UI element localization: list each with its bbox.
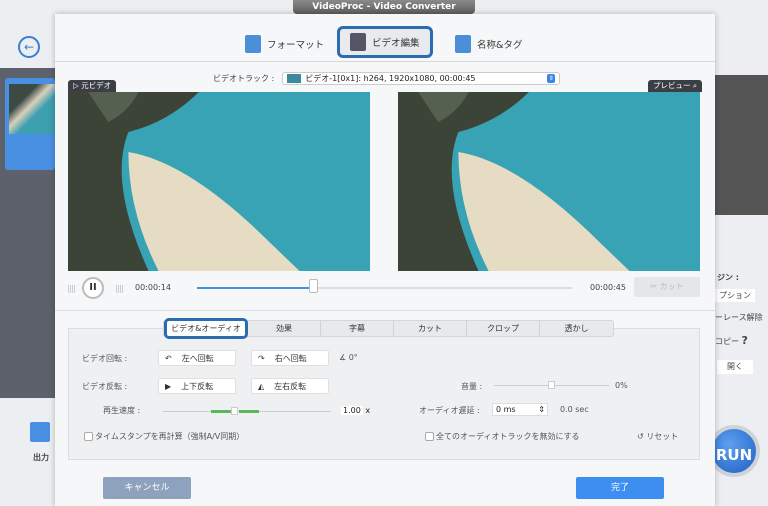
subtab-effects[interactable]: 効果 [248, 321, 321, 336]
button-label: 左へ回転 [181, 353, 214, 363]
reset-label: リセット [646, 432, 679, 441]
divider [55, 310, 715, 311]
settings-panel: ビデオ回転 : ↶ 左へ回転 ↷ 右へ回転 ∡ 0° ビデオ反転 : ▶ 上下反転 ◭… [68, 328, 700, 460]
open-button[interactable]: 開く [717, 360, 753, 374]
tab-label: フォーマット [267, 40, 325, 51]
flip-vertical-button[interactable]: ▶ 上下反転 [158, 378, 236, 394]
seek-bar[interactable] [197, 287, 572, 289]
deinterlace-option[interactable]: ーレース解除 [715, 312, 763, 323]
rotate-right-button[interactable]: ↷ 右へ回転 [251, 350, 329, 366]
audio-delay-seconds: 0.0 sec [560, 405, 589, 414]
output-label: 出力 [33, 453, 49, 462]
checkbox-label: 全てのオーディオトラックを無効にする [436, 432, 580, 441]
subtab-crop[interactable]: クロップ [467, 321, 540, 336]
timestamp-checkbox[interactable]: タイムスタンプを再計算（強制A/V同期） [84, 431, 244, 442]
flip-horizontal-button[interactable]: ◭ 左右反転 [251, 378, 329, 394]
seek-progress [197, 287, 314, 289]
run-button[interactable]: RUN [708, 425, 760, 477]
output-icon[interactable] [30, 422, 50, 442]
volume-value: 0% [615, 381, 628, 390]
subtab-watermark[interactable]: 透かし [540, 321, 613, 336]
prev-frame-icon[interactable] [68, 285, 76, 293]
audio-delay-input[interactable]: 0 ms ⇕ [492, 403, 548, 416]
help-icon[interactable]: ? [742, 334, 748, 347]
file-thumbnail [9, 84, 55, 134]
flip-horizontal-icon: ◭ [258, 381, 265, 391]
rotate-angle: 0° [348, 353, 358, 362]
speed-handle[interactable] [231, 407, 238, 415]
background-preview [715, 75, 768, 215]
button-label: 左右反転 [274, 381, 307, 391]
sub-tabs: ビデオ&オーディオ 効果 字幕 カット クロップ 透かし [163, 318, 614, 339]
tab-video-edit[interactable]: ビデオ編集 [337, 26, 433, 58]
subtab-subtitles[interactable]: 字幕 [321, 321, 394, 336]
select-arrow-icon: ⇕ [547, 74, 556, 83]
rotate-label: ビデオ回転 : [82, 354, 128, 363]
cut-button[interactable]: ✂ カット [634, 277, 700, 297]
cut-label: カット [659, 282, 684, 291]
divider [55, 61, 715, 62]
tab-name-tag[interactable]: 名称&タグ [455, 30, 522, 58]
track-thumbnail [287, 74, 302, 83]
pause-button[interactable]: II [82, 277, 104, 299]
speed-slider[interactable] [163, 407, 331, 415]
back-icon[interactable]: ← [18, 36, 40, 58]
rotate-right-icon: ↷ [258, 353, 265, 363]
reset-button[interactable]: ↺ リセット [637, 431, 678, 442]
angle-icon: ∡ [339, 353, 349, 362]
video-track-label: ビデオトラック : [213, 74, 275, 83]
button-label: 上下反転 [181, 381, 214, 391]
edit-dialog: フォーマット ビデオ編集 名称&タグ ビデオトラック : ビデオ-1[0x1]:… [55, 14, 715, 506]
video-edit-icon [350, 33, 366, 51]
scissors-icon: ✂ [650, 282, 660, 291]
audio-delay-value: 0 ms [496, 405, 516, 414]
done-button[interactable]: 完了 [576, 477, 664, 499]
cancel-button[interactable]: キャンセル [103, 477, 191, 499]
next-frame-icon[interactable] [116, 285, 124, 293]
volume-slider[interactable] [494, 381, 609, 389]
audio-delay-label: オーディオ遅延 : [419, 406, 480, 415]
source-video-label: ▷ 元ビデオ [68, 80, 117, 92]
source-video [68, 92, 370, 271]
total-time: 00:00:45 [590, 283, 626, 292]
option-button[interactable]: プション [715, 289, 755, 302]
rotate-left-button[interactable]: ↶ 左へ回転 [158, 350, 236, 366]
seek-handle[interactable] [309, 279, 319, 293]
preview-label[interactable]: プレビュー ⌕ [648, 80, 703, 92]
name-tag-icon [455, 35, 471, 53]
speed-value: 1.00 [341, 406, 363, 415]
rotate-left-icon: ↶ [165, 353, 172, 363]
format-icon [245, 35, 261, 53]
tab-label: 名称&タグ [477, 40, 523, 51]
flip-label: ビデオ反転 : [82, 382, 128, 391]
engine-heading: ジン : [717, 273, 739, 282]
volume-label: 音量 : [461, 382, 483, 391]
preview-video [398, 92, 700, 271]
current-time: 00:00:14 [135, 283, 171, 292]
video-track-row: ビデオトラック : ビデオ-1[0x1]: h264, 1920x1080, 0… [213, 72, 561, 85]
engine-panel: ジン : プション ーレース解除 コピー ? [715, 262, 768, 362]
checkbox-label: タイムスタンプを再計算（強制A/V同期） [95, 432, 245, 441]
speed-unit: x [365, 406, 371, 415]
button-label: 右へ回転 [274, 353, 307, 363]
tab-label: ビデオ編集 [372, 38, 420, 49]
reset-icon: ↺ [637, 432, 647, 441]
stepper-icon[interactable]: ⇕ [538, 404, 545, 415]
disable-audio-checkbox[interactable]: 全てのオーディオトラックを無効にする [425, 431, 580, 442]
window-title: VideoProc - Video Converter [293, 0, 475, 14]
checkbox-icon [425, 432, 434, 441]
copy-option[interactable]: コピー [715, 337, 739, 346]
video-track-value: ビデオ-1[0x1]: h264, 1920x1080, 00:00:45 [305, 74, 476, 83]
zoom-icon: ⌕ [692, 81, 698, 90]
tab-format[interactable]: フォーマット [245, 30, 324, 58]
video-track-select[interactable]: ビデオ-1[0x1]: h264, 1920x1080, 00:00:45 ⇕ [282, 72, 561, 85]
subtab-cut[interactable]: カット [394, 321, 467, 336]
volume-handle[interactable] [548, 381, 555, 389]
subtab-video-audio[interactable]: ビデオ&オーディオ [164, 318, 248, 339]
playback-controls: II 00:00:14 00:00:45 ✂ カット [55, 276, 715, 302]
speed-label: 再生速度 : [103, 406, 141, 415]
flip-vertical-icon: ▶ [165, 381, 172, 391]
checkbox-icon [84, 432, 93, 441]
preview-text: プレビュー [653, 81, 691, 90]
